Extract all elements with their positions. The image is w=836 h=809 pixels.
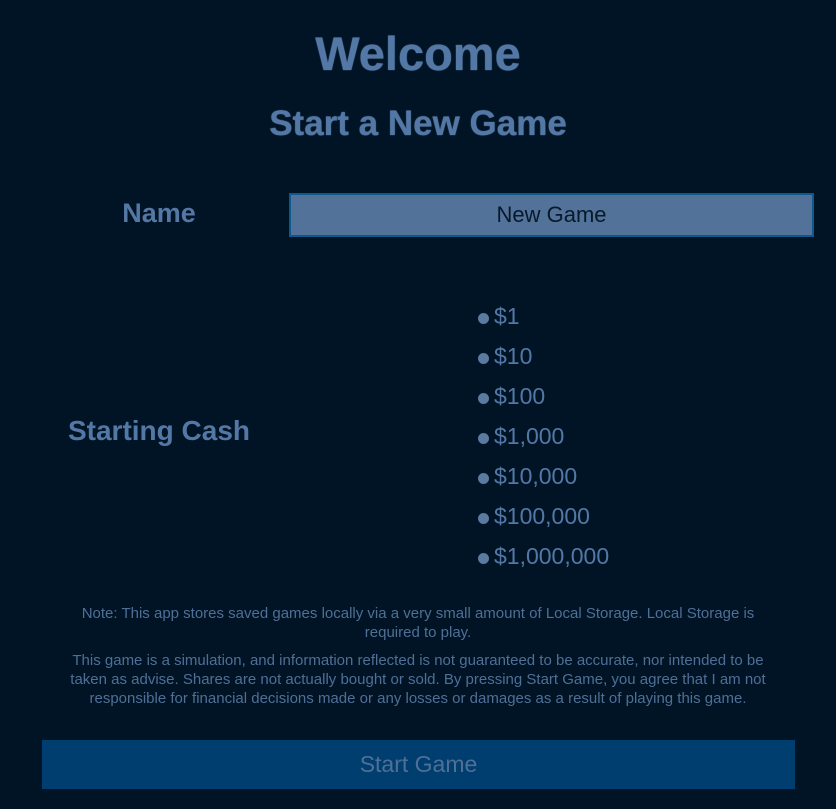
cash-option-label: $100,000	[494, 502, 590, 529]
cash-option-100000[interactable]: $100,000	[478, 496, 609, 536]
local-storage-note: Note: This app stores saved games locall…	[81, 605, 755, 641]
radio-dot-icon[interactable]	[478, 512, 489, 524]
cash-option-1000000[interactable]: $1,000,000	[478, 536, 609, 576]
cash-option-label: $10,000	[494, 462, 578, 489]
starting-cash-label: Starting Cash	[67, 415, 251, 446]
game-name-input[interactable]	[289, 193, 814, 237]
cash-option-10[interactable]: $10	[478, 336, 609, 376]
radio-dot-icon[interactable]	[478, 552, 489, 564]
cash-option-1[interactable]: $1	[478, 296, 609, 336]
start-game-button[interactable]: Start Game	[42, 740, 795, 789]
cash-option-1000[interactable]: $1,000	[478, 416, 609, 456]
cash-option-label: $1	[494, 302, 520, 329]
radio-dot-icon[interactable]	[478, 352, 489, 364]
cash-option-label: $10	[494, 342, 533, 369]
cash-option-label: $1,000,000	[494, 542, 610, 569]
cash-option-100[interactable]: $100	[478, 376, 609, 416]
starting-cash-options: $1 $10 $100 $1,000 $10,000 $100,000 $1,0…	[478, 296, 609, 576]
cash-option-label: $1,000	[494, 422, 565, 449]
disclaimer-text: This game is a simulation, and informati…	[70, 652, 766, 707]
radio-dot-icon[interactable]	[478, 472, 489, 484]
new-game-heading: Start a New Game	[269, 104, 567, 143]
cash-option-label: $100	[494, 382, 546, 409]
radio-dot-icon[interactable]	[478, 432, 489, 444]
radio-dot-icon[interactable]	[478, 392, 489, 404]
welcome-heading: Welcome	[315, 27, 521, 80]
name-label: Name	[122, 198, 196, 228]
radio-dot-icon[interactable]	[478, 312, 489, 324]
cash-option-10000[interactable]: $10,000	[478, 456, 609, 496]
